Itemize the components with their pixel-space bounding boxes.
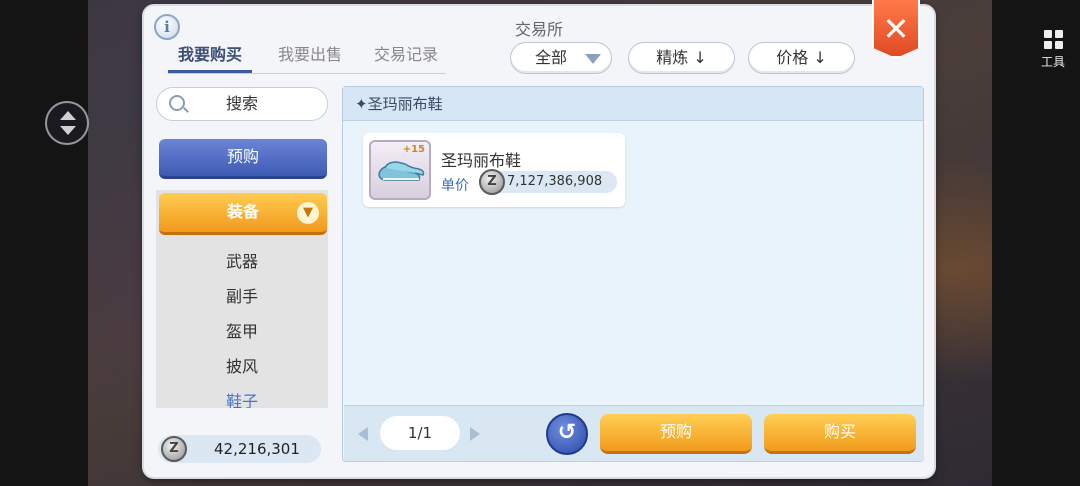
right-letterbox [992,0,1080,486]
search-icon [169,95,185,111]
subcategory-weapon[interactable]: 武器 [156,248,328,272]
price-sort-button[interactable]: 价格 ↓ [748,42,855,74]
refresh-icon: ↺ [557,420,577,445]
next-page-icon[interactable] [470,427,480,441]
item-icon: +15 [369,140,431,200]
equipment-category-label: 装备 [226,202,259,221]
search-label: 搜索 [225,94,258,113]
tab-buy[interactable]: 我要购买 [168,44,252,73]
dialog-title: 交易所 [514,20,563,39]
preorder-category-button[interactable]: 预购 [159,139,327,179]
unit-price-label: 单价 [441,178,469,194]
preorder-button[interactable]: 预购 [600,414,752,454]
subcategory-offhand[interactable]: 副手 [156,283,328,307]
listing-panel: ✦圣玛丽布鞋 +15 圣玛丽布鞋 单价 7,127,386,908 Z 1/1 … [342,86,924,462]
refine-level: +15 [402,144,425,155]
pager-bar: 1/1 ↺ 预购 购买 [344,405,924,461]
tab-bar: 我要购买 我要出售 交易记录 [168,44,446,74]
close-icon: ✕ [882,10,910,48]
subcategory-shoes[interactable]: 鞋子 [156,388,328,408]
tools-label: 工具 [1040,55,1065,69]
close-button[interactable]: ✕ [872,0,920,58]
equipment-category-header[interactable]: 装备 ▼ [159,193,327,235]
tab-history[interactable]: 交易记录 [364,44,448,73]
category-filter-dropdown[interactable]: 全部 [510,42,612,74]
category-panel: 装备 ▼ 武器 副手 盔甲 披风 鞋子 [156,190,328,408]
tools-button[interactable]: 工具 [1036,30,1070,70]
zeny-coin-icon: Z [479,169,505,195]
category-filter-label: 全部 [534,48,567,67]
subcategory-armor[interactable]: 盔甲 [156,318,328,342]
left-letterbox [0,0,88,486]
listing-header: ✦圣玛丽布鞋 [343,87,923,121]
grid-icon [1043,30,1063,49]
item-price-value: 7,127,386,908 [507,174,603,189]
zeny-coin-icon: Z [161,436,187,462]
buy-button[interactable]: 购买 [764,414,916,454]
tab-sell[interactable]: 我要出售 [268,44,352,73]
camera-toggle-icon[interactable] [45,101,89,145]
chevron-down-icon: ▼ [297,202,319,224]
chevron-down-icon [585,54,601,64]
prev-page-icon[interactable] [358,427,368,441]
listing-card[interactable]: +15 圣玛丽布鞋 单价 7,127,386,908 Z [363,133,625,207]
balance-amount: 42,216,301 [214,440,300,458]
page-indicator: 1/1 [380,416,460,450]
refresh-button[interactable]: ↺ [546,413,588,455]
item-name: 圣玛丽布鞋 [441,151,522,170]
search-button[interactable]: 搜索 [156,87,328,121]
refine-sort-button[interactable]: 精炼 ↓ [628,42,735,74]
subcategory-cloak[interactable]: 披风 [156,353,328,377]
